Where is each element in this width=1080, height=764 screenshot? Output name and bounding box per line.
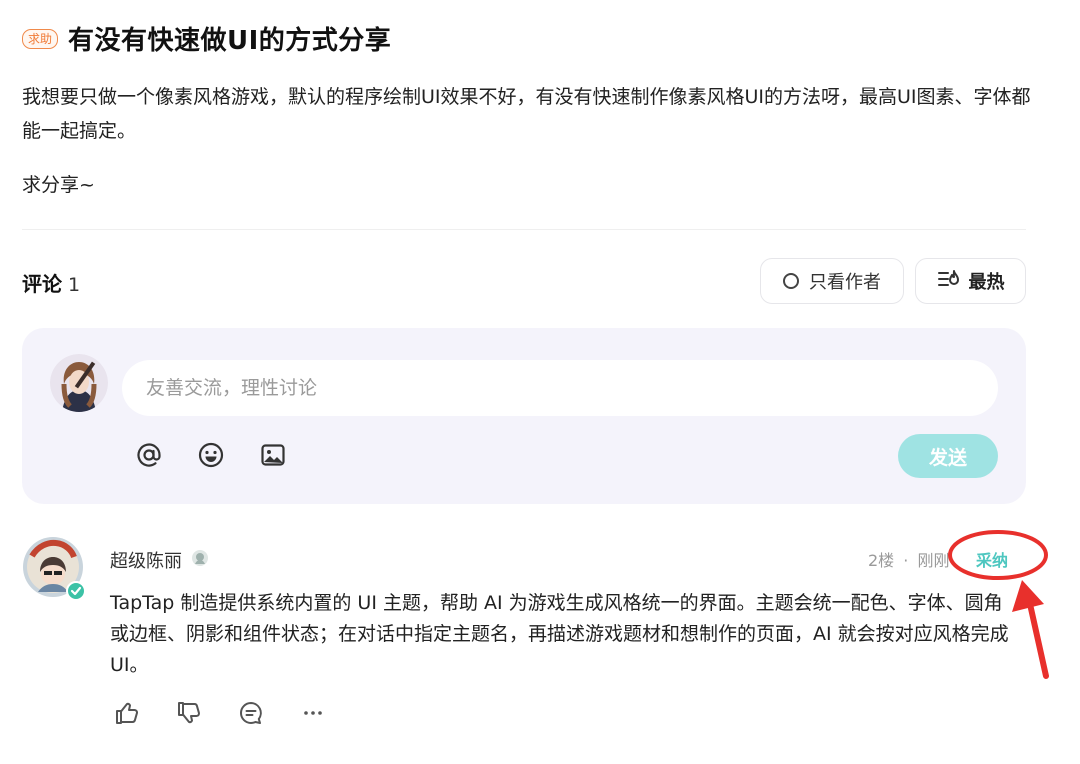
at-icon[interactable] (134, 440, 164, 470)
reply-meta: 2楼 · 刚刚 (868, 547, 949, 571)
sort-hot-label: 最热 (968, 272, 1005, 293)
adopt-button[interactable]: 采纳 (976, 547, 1008, 571)
reply-actions (112, 698, 328, 728)
reply-icon[interactable] (236, 698, 266, 728)
comments-heading: 评论 1 (22, 268, 80, 297)
post-paragraph: 求分享~ (22, 174, 95, 196)
user-badge-icon (190, 548, 210, 573)
comments-count: 1 (68, 274, 81, 296)
send-button[interactable]: 发送 (898, 434, 998, 478)
meta-separator: · (903, 551, 909, 570)
username-text: 超级陈丽 (110, 551, 182, 572)
username[interactable]: 超级陈丽 (110, 547, 210, 573)
emoji-icon[interactable] (196, 440, 226, 470)
user-avatar[interactable] (22, 536, 88, 602)
post-header: 求助 有没有快速做UI的方式分享 (22, 20, 391, 57)
my-avatar[interactable] (50, 354, 108, 412)
dislike-icon[interactable] (174, 698, 204, 728)
author-only-toggle[interactable]: 只看作者 (760, 258, 904, 304)
comment-input[interactable] (122, 360, 998, 416)
like-icon[interactable] (112, 698, 142, 728)
help-tag: 求助 (22, 28, 59, 49)
comments-label: 评论 (22, 272, 62, 296)
post-title: 有没有快速做UI的方式分享 (68, 26, 392, 56)
radio-circle-icon (783, 273, 799, 289)
reply-text: TapTap 制造提供系统内置的 UI 主题，帮助 AI 为游戏生成风格统一的界… (110, 592, 1009, 676)
floor-number: 2楼 (868, 551, 895, 570)
post-body: 我想要只做一个像素风格游戏，默认的程序绘制UI效果不好，有没有快速制作像素风格U… (22, 80, 1032, 222)
image-icon[interactable] (258, 440, 288, 470)
reply-time: 刚刚 (917, 551, 950, 570)
comment-composer: 发送 (22, 328, 1026, 504)
sort-hot-button[interactable]: 最热 (915, 258, 1026, 304)
more-icon[interactable] (298, 698, 328, 728)
sort-hot-icon (937, 268, 961, 295)
post-paragraph: 我想要只做一个像素风格游戏，默认的程序绘制UI效果不好，有没有快速制作像素风格U… (22, 86, 1031, 142)
author-only-label: 只看作者 (809, 272, 881, 293)
annotation-arrow (1027, 601, 1049, 679)
divider (22, 229, 1026, 230)
